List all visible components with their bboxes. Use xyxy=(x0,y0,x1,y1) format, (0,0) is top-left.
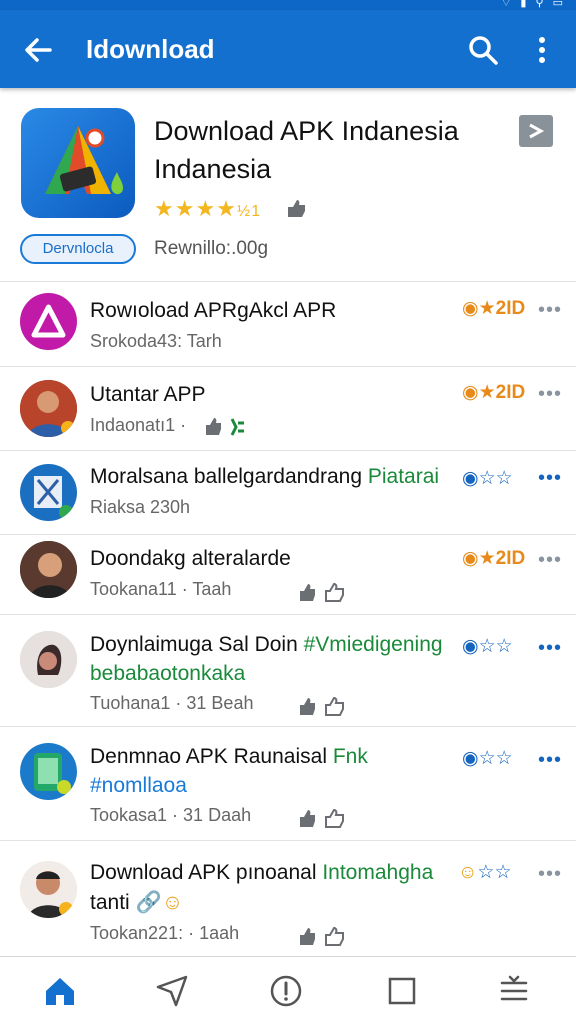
download-button[interactable]: Dervnlocla xyxy=(20,234,136,264)
more-vert-icon[interactable] xyxy=(528,32,556,68)
list-item[interactable]: Moralsana ballelgardandrang Piatarai Ria… xyxy=(0,451,576,535)
item-title: Rowıoload APRgAkcl APR xyxy=(90,299,337,322)
status-bar: ⌔ ▮ ⚲ ▭ xyxy=(0,0,576,10)
emoji-icon: ☺ xyxy=(161,891,184,914)
item-title: Download APK pınoanal Intomahgha xyxy=(90,861,433,885)
square-icon[interactable] xyxy=(384,973,420,1009)
item-subtitle: Tuohana1 · 31 Beah xyxy=(90,693,254,713)
app-avatar xyxy=(20,293,77,350)
list-item[interactable]: Doynlaimuga Sal Doin #Vmiedigening bebab… xyxy=(0,615,576,727)
share-badges: ☺☆☆ xyxy=(458,862,512,883)
list-item[interactable]: Doondakg alteralarde Tookana11 · Taah ◉★… xyxy=(0,535,576,615)
item-title-text: Moralsana ballelgardandrang xyxy=(90,465,363,488)
item-title-tag: Intomahgha xyxy=(316,861,434,884)
like-icons xyxy=(300,926,344,946)
rank-badge: ◉★2ID xyxy=(462,297,536,323)
badge-label: 2ID xyxy=(495,298,526,319)
app-avatar xyxy=(20,743,77,800)
item-subtitle: Tookasa1 · 31 Daah xyxy=(90,805,252,825)
share-badges: ◉☆☆ xyxy=(462,748,513,769)
expand-icon[interactable] xyxy=(519,115,553,147)
item-subtitle: Indaonatı1 · xyxy=(90,415,187,435)
item-subtitle: Tookan221: · 1aah xyxy=(90,923,240,943)
app-avatar xyxy=(20,380,77,437)
more-horiz-icon[interactable]: ••• xyxy=(538,468,561,489)
more-horiz-icon[interactable]: ••• xyxy=(538,550,561,571)
rating-stars: ★★★★ xyxy=(154,196,237,221)
search-icon[interactable] xyxy=(465,32,501,68)
app-bar: Idownload xyxy=(0,10,576,88)
more-horiz-icon[interactable]: ••• xyxy=(538,300,561,321)
item-title-line2: #nomllaoa xyxy=(90,774,187,797)
app-avatar xyxy=(20,861,77,918)
badge-icon: ◉★ xyxy=(462,548,496,569)
item-title: Utantar APP xyxy=(90,383,206,406)
rank-badge: ◉★2ID xyxy=(462,547,536,573)
item-subtitle: Riaksa 230h xyxy=(90,497,191,517)
status-icons: ⌔ ▮ ⚲ ▭ xyxy=(500,0,566,9)
share-badges: ◉☆☆ xyxy=(462,468,513,489)
item-title-tag: #Vmiedigening xyxy=(297,633,443,656)
app-title: Idownload xyxy=(86,34,215,64)
app-avatar xyxy=(20,541,77,598)
more-horiz-icon[interactable]: ••• xyxy=(538,384,561,405)
list-item[interactable]: Rowıoload APRgAkcl APR Srokoda43: Tarh ◉… xyxy=(0,283,576,367)
verified-icon xyxy=(288,200,305,217)
item-title: Denmnao APK Raunaisal Fnk xyxy=(90,745,368,769)
app-list: Rowıoload APRgAkcl APR Srokoda43: Tarh ◉… xyxy=(0,283,576,961)
badge-icon: ◉★ xyxy=(462,298,496,319)
back-arrow-icon[interactable] xyxy=(20,32,56,68)
item-subtitle: Tookana11 · Taah xyxy=(90,579,232,599)
list-item[interactable]: Utantar APP Indaonatı1 · ◉★2ID ••• xyxy=(0,367,576,451)
like-icons xyxy=(300,582,344,602)
item-title: Doondakg alteralarde xyxy=(90,547,291,570)
like-icons xyxy=(300,808,344,828)
rating-partial: ½1 xyxy=(236,203,262,220)
menu-icon[interactable] xyxy=(496,973,532,1009)
list-item[interactable]: Download APK pınoanal Intomahgha tanti 🔗… xyxy=(0,841,576,961)
featured-app-card[interactable]: Download APK Indanesia Indanesia ★★★★½1 … xyxy=(0,90,576,282)
item-title-line2: bebabaotonkaka xyxy=(90,662,246,685)
more-horiz-icon[interactable]: ••• xyxy=(538,638,561,659)
badge-label: 2ID xyxy=(495,382,526,403)
item-title-text: Download APK pınoanal xyxy=(90,861,317,884)
item-subtitle: Srokoda43: Tarh xyxy=(90,331,222,351)
app-avatar xyxy=(20,631,77,688)
more-horiz-icon[interactable]: ••• xyxy=(538,750,561,771)
rank-badge: ◉★2ID xyxy=(462,381,536,407)
info-icon[interactable] xyxy=(268,973,304,1009)
bottom-nav xyxy=(0,956,576,1024)
item-title: Moralsana ballelgardandrang Piatarai xyxy=(90,465,439,489)
item-title: Doynlaimuga Sal Doin #Vmiedigening xyxy=(90,633,443,657)
badge-icon: ◉★ xyxy=(462,382,496,403)
home-icon[interactable] xyxy=(42,973,78,1009)
send-icon[interactable] xyxy=(154,973,190,1009)
item-title-text: Doynlaimuga Sal Doin xyxy=(90,633,298,656)
share-badges: ◉☆☆ xyxy=(462,636,513,657)
list-item[interactable]: Denmnao APK Raunaisal Fnk #nomllaoa Took… xyxy=(0,727,576,841)
item-title-tag: Piatarai xyxy=(362,465,440,488)
item-title-line3-text: tanti xyxy=(90,891,130,914)
item-title-line3: tanti 🔗☺ xyxy=(90,891,183,915)
like-icons xyxy=(300,696,344,716)
item-title-text: Denmnao APK Raunaisal xyxy=(90,745,327,768)
app-avatar xyxy=(20,464,77,521)
featured-app-rating: ★★★★½1 xyxy=(154,196,261,222)
featured-app-subtitle: Rewnillo:.00g xyxy=(154,238,269,259)
badge-label: 2ID xyxy=(495,548,526,569)
more-horiz-icon[interactable]: ••• xyxy=(538,864,561,885)
link-icon: 🔗 xyxy=(135,891,162,914)
item-title-tag: Fnk xyxy=(326,745,368,768)
featured-app-icon xyxy=(21,108,135,218)
featured-app-title: Download APK Indanesia Indanesia xyxy=(154,116,459,184)
like-icons xyxy=(206,418,244,436)
